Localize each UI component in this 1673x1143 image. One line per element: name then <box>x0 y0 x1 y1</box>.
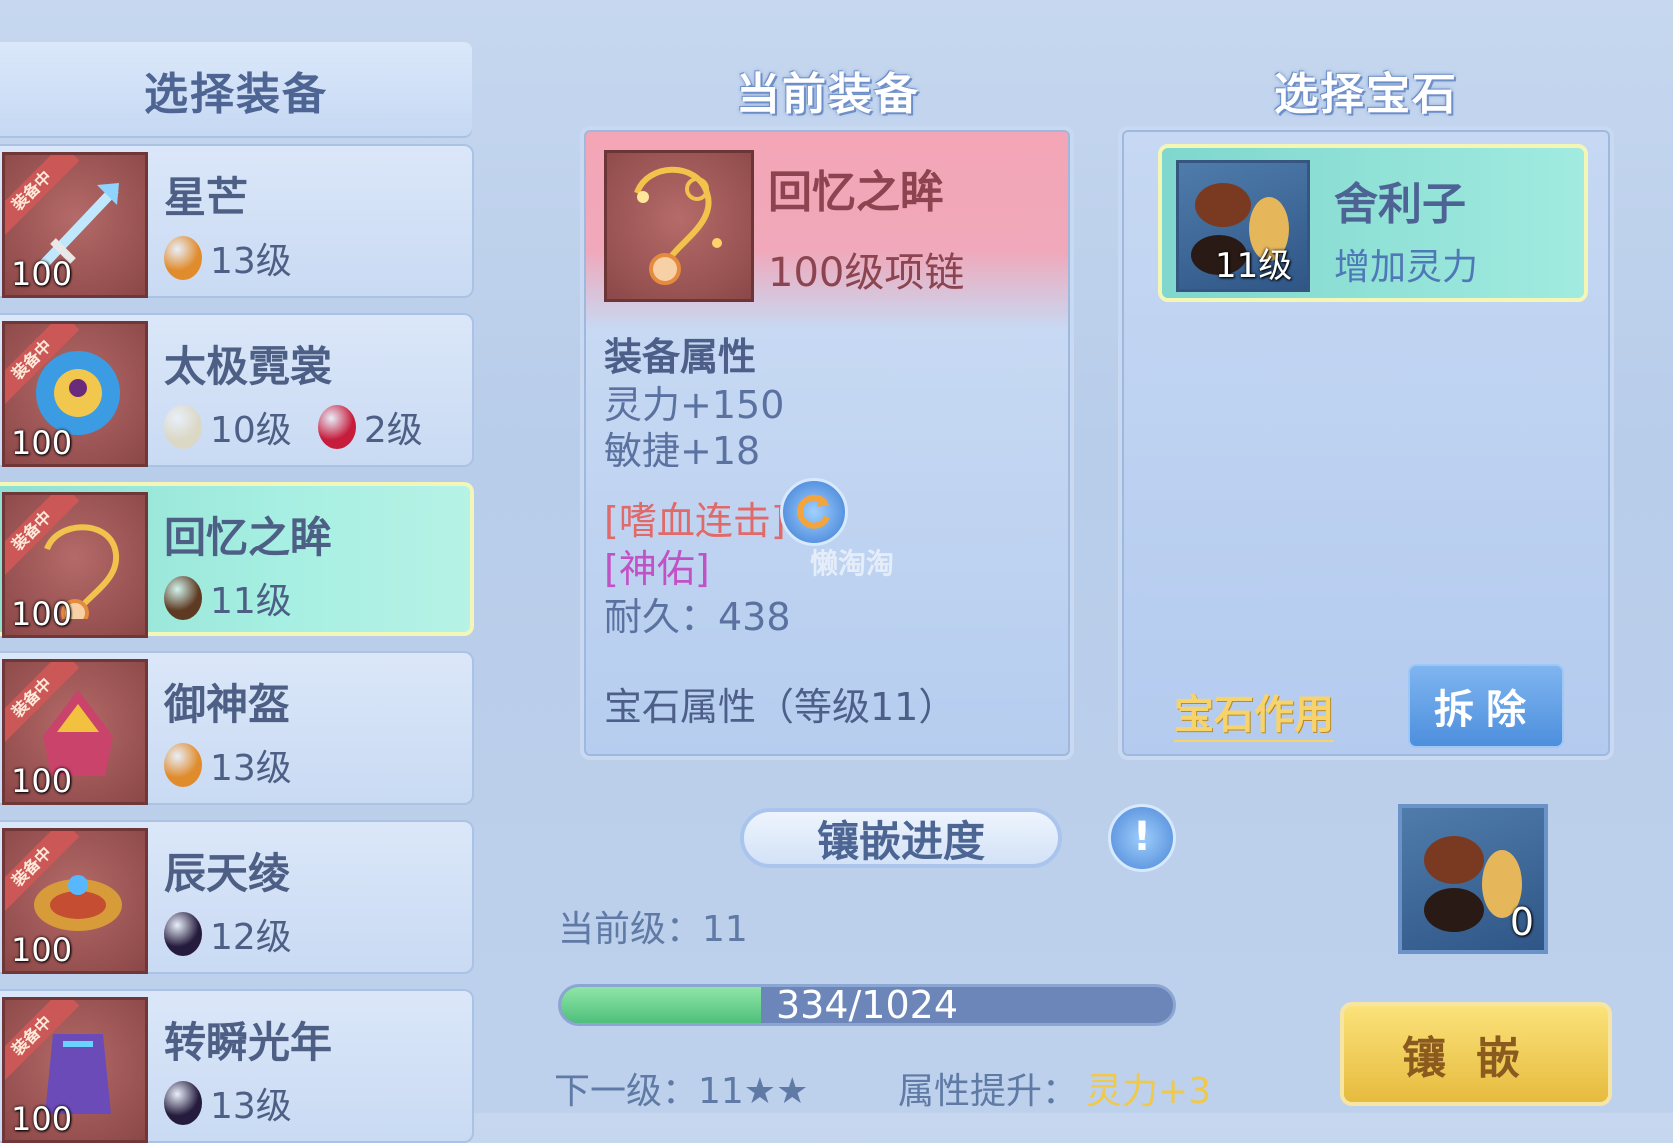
gem-icon <box>164 576 202 620</box>
gem-card[interactable]: 11级 舍利子 增加灵力 <box>1158 144 1588 302</box>
attribute-boost-label: 属性提升： <box>898 1071 1079 1112</box>
gem-level: 13级 <box>210 241 292 282</box>
equipment-list-item[interactable]: 装备中 100 辰天绫 12级 <box>0 820 474 974</box>
gem-level: 12级 <box>210 917 292 958</box>
equipment-name: 太极霓裳 <box>164 342 333 391</box>
current-equipment-panel: 回忆之眸 100级项链 装备属性 灵力+150 敏捷+18 [嗜血连击] [神佑… <box>580 126 1074 760</box>
progress-text: 334/1024 <box>775 984 959 1026</box>
gem-slot-count: 0 <box>1509 900 1534 944</box>
gem-level-label: 11级 <box>1215 246 1293 286</box>
equipment-name: 转瞬光年 <box>164 1018 333 1067</box>
equipment-gems: 10级 2级 <box>164 403 449 451</box>
gem-level: 10级 <box>210 410 292 451</box>
equipment-gems: 13级 <box>164 1079 318 1127</box>
gem-panel: 11级 舍利子 增加灵力 宝石作用 拆除 <box>1118 126 1614 760</box>
equipment-level: 100 <box>11 424 73 462</box>
gem-name: 舍利子 <box>1334 179 1466 230</box>
gem-icon <box>317 405 356 449</box>
gem-icon <box>164 405 202 449</box>
equipment-gems: 11级 <box>164 574 318 622</box>
necklace-icon <box>604 150 754 302</box>
gem-level: 2级 <box>363 410 423 451</box>
equipment-list-item[interactable]: 装备中 100 太极霓裳 10级 2级 <box>0 313 474 467</box>
next-level-text: 下一级：11★★ <box>554 1071 809 1112</box>
equipment-name: 辰天绫 <box>164 849 291 898</box>
equipment-gems: 12级 <box>164 910 318 958</box>
select-gem-title: 选择宝石 <box>1274 69 1458 120</box>
gem-icon <box>164 743 202 787</box>
gem-slot[interactable]: 0 <box>1398 804 1548 954</box>
equipment-icon: 装备中 100 <box>2 828 148 974</box>
equipment-attributes-title: 装备属性 <box>604 335 757 379</box>
inlay-button[interactable]: 镶嵌 <box>1340 1002 1612 1106</box>
equipment-level: 100 <box>11 1100 73 1138</box>
equipment-gems: 13级 <box>164 234 318 282</box>
gem-level: 13级 <box>210 1086 292 1127</box>
equipment-level: 100 <box>11 931 73 969</box>
skill-bloodthirst: [嗜血连击] <box>604 499 786 543</box>
current-equipment-type: 100级项链 <box>768 250 965 296</box>
equipment-level: 100 <box>11 255 73 293</box>
durability-text: 耐久：438 <box>604 595 791 639</box>
equipment-list-item[interactable]: 装备中 100 回忆之眸 11级 <box>0 482 474 638</box>
gem-icon <box>164 912 202 956</box>
current-equipment-title: 当前装备 <box>736 69 920 120</box>
gem-effect-link[interactable]: 宝石作用 <box>1174 682 1334 742</box>
equipment-list-header: 选择装备 <box>0 42 472 138</box>
equipment-list-item[interactable]: 装备中 100 御神盔 13级 <box>0 651 474 805</box>
equipment-icon: 装备中 100 <box>2 321 148 467</box>
watermark-text: 懒淘淘 <box>810 547 895 580</box>
equipment-icon: 装备中 100 <box>2 492 148 638</box>
current-equipment-name: 回忆之眸 <box>768 167 944 218</box>
gem-description: 增加灵力 <box>1334 247 1479 288</box>
equipment-list-item[interactable]: 装备中 100 转瞬光年 13级 <box>0 989 474 1143</box>
attribute-boost-value: 灵力+3 <box>1086 1071 1212 1112</box>
inlay-progress-label: 镶嵌进度 <box>740 808 1062 868</box>
equipment-name: 星芒 <box>164 173 249 222</box>
equipment-level: 100 <box>11 762 73 800</box>
inlay-progress-bar: 334/1024 <box>558 984 1176 1026</box>
equipment-icon: 装备中 100 <box>2 659 148 805</box>
equipment-icon: 装备中 100 <box>2 997 148 1143</box>
gem-icon <box>164 1081 202 1125</box>
remove-gem-button[interactable]: 拆除 <box>1408 664 1564 748</box>
current-level-text: 当前级：11 <box>558 909 748 950</box>
equipment-name: 御神盔 <box>164 680 291 729</box>
gem-attributes-title: 宝石属性（等级11） <box>604 685 957 729</box>
skill-divine-protection: [神佑] <box>604 547 710 591</box>
refresh-icon[interactable] <box>780 478 848 546</box>
sarira-gem-icon: 11级 <box>1176 160 1310 292</box>
attribute-line: 敏捷+18 <box>604 429 761 473</box>
info-icon[interactable]: ! <box>1108 804 1176 872</box>
equipment-list-item[interactable]: 装备中 100 星芒 13级 <box>0 144 474 298</box>
equipment-name: 回忆之眸 <box>164 513 333 562</box>
equipment-gems: 13级 <box>164 741 318 789</box>
equipment-icon: 装备中 100 <box>2 152 148 298</box>
equipment-level: 100 <box>11 595 73 633</box>
gem-icon <box>164 236 202 280</box>
gem-level: 11级 <box>210 581 292 622</box>
gem-level: 13级 <box>210 748 292 789</box>
